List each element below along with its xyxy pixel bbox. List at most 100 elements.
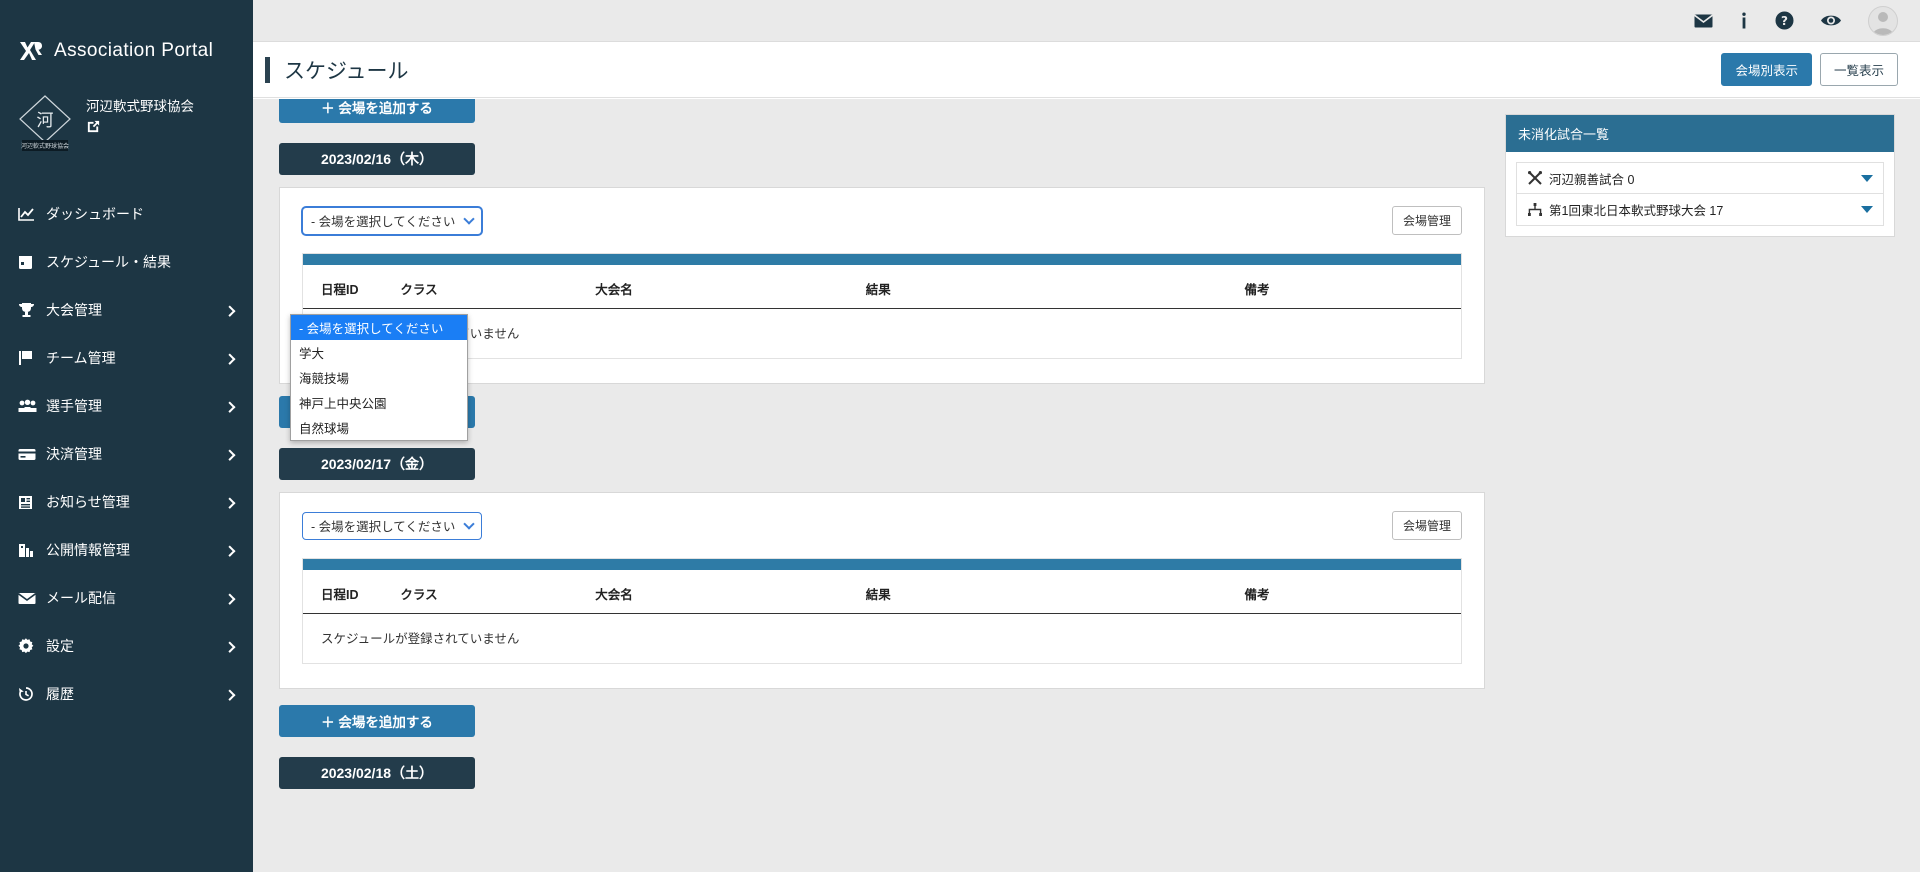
venue-option[interactable]: 神戸上中央公園 <box>291 390 467 415</box>
title-accent-bar <box>265 56 270 83</box>
schedule-column: ＋ 会場を追加する 2023/02/16（木） - 会場を選択してください 会場… <box>279 99 1485 789</box>
table-row: スケジュールが登録されていません <box>303 614 1461 664</box>
sidebar: Association Portal 河 河辺軟式野球協会 河辺軟式野球協会 ダ… <box>0 0 253 872</box>
panel-body: 河辺親善試合 0 第1回東北日本軟式野球大会 17 <box>1506 152 1894 236</box>
sidebar-item-player[interactable]: 選手管理 <box>0 382 253 430</box>
sidebar-item-dashboard[interactable]: ダッシュボード <box>0 190 253 238</box>
sidebar-item-label: 設定 <box>46 638 74 654</box>
table-accent-bar <box>303 559 1461 570</box>
newspaper-icon <box>18 493 40 511</box>
organization: 河 河辺軟式野球協会 河辺軟式野球協会 <box>0 64 253 154</box>
unplayed-match-label: 河辺親善試合 0 <box>1549 172 1635 187</box>
crossed-bats-icon <box>1527 170 1549 186</box>
gear-icon <box>18 637 40 655</box>
venue-manage-button[interactable]: 会場管理 <box>1391 511 1462 540</box>
envelope-icon <box>18 589 40 607</box>
empty-message: スケジュールが登録されていません <box>303 309 1461 359</box>
view-by-venue-button[interactable]: 会場別表示 <box>1721 53 1812 86</box>
chevron-down-icon <box>463 213 475 225</box>
users-icon <box>18 397 40 415</box>
sidebar-item-label: 決済管理 <box>46 446 102 462</box>
chevron-down-icon <box>1861 174 1873 182</box>
org-badge-icon: 河 河辺軟式野球協会 <box>19 95 71 151</box>
sidebar-item-label: お知らせ管理 <box>46 494 130 510</box>
brand-name: Association Portal <box>54 40 214 61</box>
chevron-right-icon <box>224 401 236 413</box>
venue-card-toolbar: - 会場を選択してください 会場管理 <box>302 206 1462 235</box>
venue-card-toolbar: - 会場を選択してください 会場管理 <box>302 511 1462 540</box>
venue-option[interactable]: 自然球場 <box>291 415 467 440</box>
chevron-right-icon <box>224 689 236 701</box>
venue-select[interactable]: - 会場を選択してください <box>302 206 482 235</box>
sidebar-item-settings[interactable]: 設定 <box>0 622 253 670</box>
column-header: 日程ID <box>303 265 401 309</box>
page-header: スケジュール 会場別表示 一覧表示 <box>253 42 1920 98</box>
venue-select-options[interactable]: - 会場を選択してください 学大 海競技場 神戸上中央公園 自然球場 <box>290 314 468 441</box>
chevron-right-icon <box>224 545 236 557</box>
user-avatar[interactable] <box>1868 5 1898 36</box>
brand[interactable]: Association Portal <box>0 0 253 64</box>
venue-select[interactable]: - 会場を選択してください <box>302 511 482 540</box>
venue-option[interactable]: 学大 <box>291 340 467 365</box>
info-icon[interactable] <box>1739 12 1749 30</box>
sidebar-item-public-info[interactable]: 公開情報管理 <box>0 526 253 574</box>
chevron-right-icon <box>224 641 236 653</box>
trophy-icon <box>18 301 40 319</box>
eye-icon[interactable] <box>1820 13 1842 28</box>
svg-text:河辺軟式野球協会: 河辺軟式野球協会 <box>21 142 69 150</box>
chevron-right-icon <box>224 497 236 509</box>
venue-option[interactable]: 海競技場 <box>291 365 467 390</box>
xr-logo-icon <box>20 42 42 60</box>
venue-option[interactable]: - 会場を選択してください <box>291 315 467 340</box>
sidebar-item-schedule[interactable]: スケジュール・結果 <box>0 238 253 286</box>
sidebar-item-label: チーム管理 <box>46 350 116 366</box>
svg-text:河: 河 <box>37 111 54 131</box>
sidebar-item-mail[interactable]: メール配信 <box>0 574 253 622</box>
sidebar-item-history[interactable]: 履歴 <box>0 670 253 718</box>
mail-icon[interactable] <box>1694 14 1713 28</box>
view-toggle-group: 会場別表示 一覧表示 <box>1721 53 1920 86</box>
column-header: 大会名 <box>595 570 866 614</box>
venue-manage-button[interactable]: 会場管理 <box>1391 206 1462 235</box>
unplayed-match-row[interactable]: 第1回東北日本軟式野球大会 17 <box>1516 194 1884 226</box>
schedule-table-wrap: 日程ID クラス 大会名 結果 備考 スケジュールが登録されていません <box>302 558 1462 664</box>
calendar-icon <box>18 253 40 271</box>
org-name: 河辺軟式野球協会 <box>86 99 194 114</box>
org-badge: 河 河辺軟式野球協会 <box>14 92 76 154</box>
date-header: 2023/02/17（金） <box>279 448 475 480</box>
credit-card-icon <box>18 445 40 463</box>
sidebar-nav: ダッシュボード スケジュール・結果 大会管理 チーム管理 選手管理 決済管理 お… <box>0 190 253 718</box>
chevron-right-icon <box>224 353 236 365</box>
schedule-table-wrap: 日程ID クラス 大会名 結果 備考 スケジュールが登録されていません <box>302 253 1462 359</box>
content-area: ＋ 会場を追加する 2023/02/16（木） - 会場を選択してください 会場… <box>253 99 1920 872</box>
panel: 未消化試合一覧 河辺親善試合 0 第1回東北日本軟式野球大会 17 <box>1505 114 1895 237</box>
venue-select-value: - 会場を選択してください <box>311 520 456 534</box>
date-header: 2023/02/18（土） <box>279 757 475 789</box>
venue-select-value: - 会場を選択してください <box>311 215 456 229</box>
building-icon <box>18 541 40 559</box>
add-venue-button[interactable]: ＋ 会場を追加する <box>279 99 475 123</box>
help-icon[interactable]: ? <box>1775 11 1794 30</box>
sidebar-item-label: 公開情報管理 <box>46 542 130 558</box>
sidebar-item-news[interactable]: お知らせ管理 <box>0 478 253 526</box>
sidebar-item-payment[interactable]: 決済管理 <box>0 430 253 478</box>
chevron-down-icon <box>463 518 475 530</box>
view-list-button[interactable]: 一覧表示 <box>1819 53 1898 86</box>
sidebar-item-team[interactable]: チーム管理 <box>0 334 253 382</box>
sidebar-item-tournament[interactable]: 大会管理 <box>0 286 253 334</box>
sidebar-item-label: ダッシュボード <box>46 206 144 222</box>
venue-card: - 会場を選択してください 会場管理 日程ID クラス 大会名 結 <box>279 187 1485 441</box>
table-header-row: 日程ID クラス 大会名 結果 備考 <box>303 265 1461 309</box>
unplayed-match-row[interactable]: 河辺親善試合 0 <box>1516 162 1884 194</box>
empty-message: スケジュールが登録されていません <box>321 632 520 646</box>
column-header: 結果 <box>865 265 1245 309</box>
column-header: 備考 <box>1244 570 1461 614</box>
topbar: ? <box>253 0 1920 42</box>
external-link-icon[interactable] <box>86 119 101 134</box>
flag-icon <box>18 349 40 367</box>
chevron-right-icon <box>224 593 236 605</box>
sidebar-item-label: メール配信 <box>46 590 116 606</box>
add-venue-button[interactable]: ＋ 会場を追加する <box>279 705 475 737</box>
history-icon <box>18 685 40 703</box>
sidebar-item-label: 選手管理 <box>46 398 102 414</box>
